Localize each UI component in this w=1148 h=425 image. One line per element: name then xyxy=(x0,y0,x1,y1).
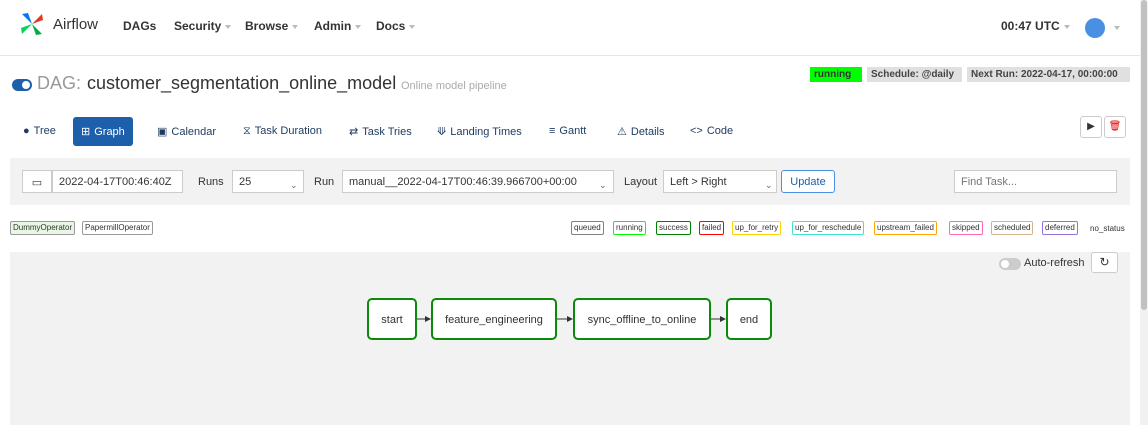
tab-gantt[interactable]: ≡ Gantt xyxy=(549,117,586,146)
nav-security[interactable]: Security xyxy=(174,19,232,33)
navbar xyxy=(0,0,1140,56)
refresh-icon: ↻ xyxy=(1099,255,1110,269)
calendar-icon: ▣ xyxy=(157,126,168,138)
tab-landing-times[interactable]: ⟱ Landing Times xyxy=(437,117,522,146)
nav-security-label: Security xyxy=(174,19,222,33)
find-task-input[interactable] xyxy=(954,170,1117,193)
utc-clock[interactable]: 00:47 UTC xyxy=(1001,19,1070,33)
tab-code[interactable]: <> Code xyxy=(690,117,733,146)
tab-label: Landing Times xyxy=(450,126,522,138)
dag-prefix: DAG: xyxy=(37,73,82,93)
details-icon: ⚠ xyxy=(617,126,627,138)
legend-running[interactable]: running xyxy=(613,221,646,235)
run-label: Run xyxy=(314,176,335,188)
chevron-down-icon: ⌄ xyxy=(599,180,607,190)
clock-label: 00:47 UTC xyxy=(1001,19,1060,33)
hourglass-icon: ⧖ xyxy=(243,125,251,137)
legend-upstream-failed[interactable]: upstream_failed xyxy=(874,221,937,235)
legend-success[interactable]: success xyxy=(656,221,691,235)
refresh-button[interactable]: ↻ xyxy=(1091,252,1118,273)
nav-browse-label: Browse xyxy=(245,19,289,33)
task-node-feature-engineering[interactable]: feature_engineering xyxy=(431,298,557,340)
legend-queued[interactable]: queued xyxy=(571,221,604,235)
nav-dags[interactable]: DAGs xyxy=(123,19,156,33)
run-select[interactable]: manual__2022-04-17T00:46:39.966700+00:00 xyxy=(342,170,614,193)
toggle-knob xyxy=(22,81,30,89)
tab-task-duration[interactable]: ⧖ Task Duration xyxy=(243,117,322,146)
landing-icon: ⟱ xyxy=(437,126,447,138)
chevron-down-icon: ⌄ xyxy=(765,180,773,190)
layout-label: Layout xyxy=(624,176,658,188)
task-node-end[interactable]: end xyxy=(726,298,772,340)
calendar-icon: ▭ xyxy=(31,177,43,189)
dag-state-badge: running xyxy=(810,67,862,82)
layout-select[interactable]: Left > Right xyxy=(663,170,777,193)
nav-admin[interactable]: Admin xyxy=(314,19,362,33)
toggle-knob xyxy=(1001,260,1009,268)
nav-browse[interactable]: Browse xyxy=(245,19,299,33)
base-date-input[interactable]: 2022-04-17T00:46:40Z xyxy=(52,170,183,193)
tab-label: Tree xyxy=(33,125,56,137)
tab-label: Calendar xyxy=(171,126,217,138)
airflow-logo-icon[interactable] xyxy=(20,12,44,36)
legend-up-for-reschedule[interactable]: up_for_reschedule xyxy=(792,221,865,235)
trigger-dag-button[interactable]: ▶ xyxy=(1080,116,1102,138)
chevron-down-icon: ⌄ xyxy=(290,180,298,190)
legend-up-for-retry[interactable]: up_for_retry xyxy=(732,221,782,235)
nav-docs[interactable]: Docs xyxy=(376,19,416,33)
operator-tag-papermill: PapermillOperator xyxy=(82,221,153,235)
play-icon: ▶ xyxy=(1087,121,1095,132)
operator-tag-dummy: DummyOperator xyxy=(10,221,76,235)
dag-description: Online model pipeline xyxy=(401,80,507,92)
scrollbar-thumb[interactable] xyxy=(1141,0,1147,310)
tab-graph[interactable]: ⊞ Graph xyxy=(73,117,133,146)
tree-icon: ● xyxy=(23,125,30,137)
user-avatar-icon[interactable] xyxy=(1085,18,1105,38)
legend-no-status[interactable]: no_status xyxy=(1090,224,1125,233)
tab-label: Task Tries xyxy=(362,126,412,138)
chevron-down-icon xyxy=(355,24,362,29)
tab-label: Code xyxy=(706,125,734,137)
gantt-icon: ≡ xyxy=(549,125,556,137)
legend-failed[interactable]: failed xyxy=(699,221,725,235)
chevron-down-icon xyxy=(292,24,299,29)
auto-refresh-label: Auto-refresh xyxy=(1024,257,1085,269)
dag-graph-canvas[interactable] xyxy=(10,252,1130,425)
legend-skipped[interactable]: skipped xyxy=(949,221,983,235)
tab-details[interactable]: ⚠ Details xyxy=(617,117,665,146)
runs-label: Runs xyxy=(198,176,224,188)
calendar-picker-button[interactable]: ▭ xyxy=(22,170,52,193)
tab-label: Gantt xyxy=(559,125,587,137)
task-node-sync-offline-to-online[interactable]: sync_offline_to_online xyxy=(573,298,711,340)
brand-name[interactable]: Airflow xyxy=(53,16,98,33)
chevron-down-icon xyxy=(409,24,416,29)
task-node-start[interactable]: start xyxy=(367,298,417,340)
tab-label: Graph xyxy=(94,126,125,138)
code-icon: <> xyxy=(690,125,703,137)
tab-tree[interactable]: ● Tree xyxy=(23,117,56,146)
tab-label: Task Duration xyxy=(254,125,322,137)
schedule-badge: Schedule: @daily xyxy=(867,67,962,82)
next-run-badge: Next Run: 2022-04-17, 00:00:00 xyxy=(967,67,1130,82)
delete-dag-button[interactable]: 🗑 xyxy=(1104,116,1126,138)
legend-deferred[interactable]: deferred xyxy=(1042,221,1078,235)
update-button[interactable]: Update xyxy=(781,170,835,193)
retry-icon: ⇄ xyxy=(349,126,359,138)
chevron-down-icon xyxy=(1063,24,1070,29)
dag-title: customer_segmentation_online_model xyxy=(87,73,397,93)
chevron-down-icon[interactable] xyxy=(1114,26,1120,30)
nav-admin-label: Admin xyxy=(314,19,352,33)
graph-icon: ⊞ xyxy=(81,126,91,138)
tab-calendar[interactable]: ▣ Calendar xyxy=(157,117,216,146)
tab-label: Details xyxy=(630,126,665,138)
tab-task-tries[interactable]: ⇄ Task Tries xyxy=(349,117,412,146)
nav-docs-label: Docs xyxy=(376,19,406,33)
trash-icon: 🗑 xyxy=(1108,121,1122,132)
legend-scheduled[interactable]: scheduled xyxy=(991,221,1034,235)
chevron-down-icon xyxy=(225,24,232,29)
